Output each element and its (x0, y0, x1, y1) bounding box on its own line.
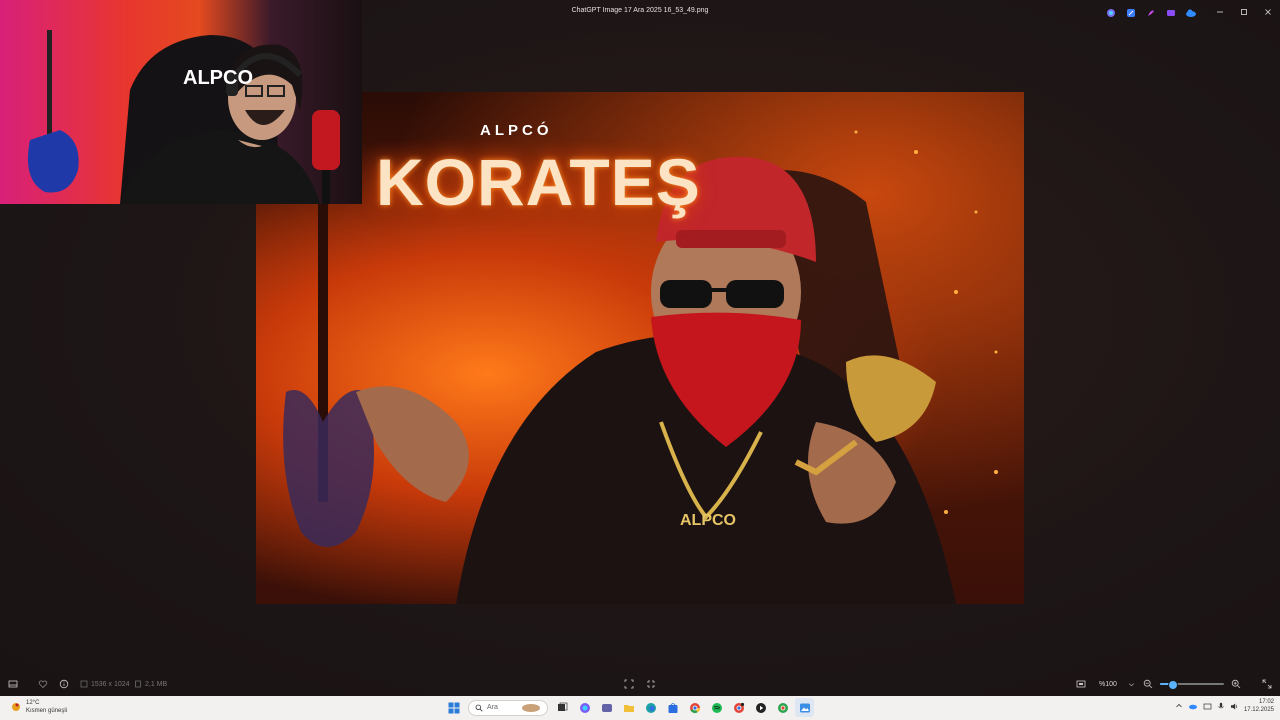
guitar-illustration (283, 202, 374, 547)
chevron-down-icon (1128, 682, 1134, 686)
webcam-overlay: ALPCO (0, 0, 362, 204)
microphone-icon (1218, 702, 1224, 708)
clock[interactable]: 17:02 17.12.2025 (1244, 698, 1274, 714)
weather-icon (12, 703, 20, 711)
window-controls (1208, 0, 1280, 24)
spotify-app[interactable] (707, 698, 726, 717)
zoom-slider-thumb[interactable] (1167, 680, 1178, 690)
filmstrip-button[interactable] (8, 677, 18, 691)
windows-logo-icon (448, 702, 459, 713)
clock-date: 17.12.2025 (1243, 707, 1274, 713)
zoom-in-icon (1231, 679, 1241, 689)
copilot-icon (579, 702, 590, 713)
system-tray: 17:02 17.12.2025 (1175, 698, 1274, 714)
webcam-chair-text: ALPCO (183, 67, 253, 89)
network-icon (1203, 703, 1212, 709)
fit-to-window-button[interactable] (624, 677, 634, 691)
close-button[interactable] (1256, 0, 1280, 24)
actual-size-icon (647, 680, 655, 688)
maximize-button[interactable] (1232, 0, 1256, 24)
viewer-toolbar: 1536 x 1024 2,1 MB %100 (0, 672, 1280, 696)
heart-icon (38, 680, 48, 689)
speaker-icon (1230, 703, 1238, 709)
actual-size-button[interactable] (646, 677, 656, 691)
zoom-out-button[interactable] (1143, 677, 1153, 691)
teams-app[interactable] (597, 698, 616, 717)
file-size: 2,1 MB (134, 677, 167, 691)
image-brand-text: ALPCÓ (480, 122, 553, 139)
image-dimensions: 1536 x 1024 (80, 677, 130, 691)
info-icon (59, 679, 69, 689)
file-size-text: 2,1 MB (145, 680, 168, 688)
fullscreen-icon (1262, 679, 1272, 689)
chrome-profile-icon (733, 702, 744, 713)
task-view-icon (558, 702, 568, 711)
view-mode-button[interactable] (1076, 677, 1086, 691)
store-app[interactable] (663, 698, 682, 717)
fit-icon (624, 679, 634, 689)
chevron-up-icon (1176, 703, 1182, 708)
displayed-image: ALPCÓ KORATEŞ ALPCO (256, 92, 1024, 604)
copilot-app[interactable] (575, 698, 594, 717)
zoom-in-button[interactable] (1231, 677, 1241, 691)
photo-viewer-window: ChatGPT Image 17 Ara 2025 16_53_49.png A… (0, 0, 1280, 696)
chrome-app[interactable] (685, 698, 704, 717)
zoom-level-text: %100 (1099, 680, 1117, 688)
edge-icon (645, 702, 656, 713)
webcam-guitar (27, 30, 79, 193)
chain-pendant-text: ALPCO (680, 512, 736, 529)
window-icon (1076, 680, 1086, 688)
zoom-slider[interactable] (1160, 680, 1224, 690)
info-button[interactable] (59, 677, 69, 691)
file-size-icon (135, 680, 141, 688)
start-button[interactable] (444, 698, 463, 717)
cloud-icon (1188, 704, 1197, 710)
paint-icon[interactable] (1144, 6, 1158, 20)
file-explorer-app[interactable] (619, 698, 638, 717)
zoom-out-icon (1143, 679, 1153, 689)
search-icon (475, 704, 483, 712)
photos-icon (799, 703, 810, 712)
edge-app[interactable] (641, 698, 660, 717)
taskbar-apps: Ara (444, 698, 814, 717)
chrome-icon (689, 702, 700, 713)
chrome-profile-app[interactable] (729, 698, 748, 717)
weather-temp: 12°C (26, 700, 40, 706)
teams-icon (601, 703, 612, 712)
filmstrip-icon (8, 680, 18, 688)
spotify-icon (711, 702, 722, 713)
search-highlight-icon (522, 703, 540, 712)
zoom-level-dropdown[interactable]: %100 (1099, 677, 1135, 691)
clock-time: 17:02 (1258, 699, 1274, 705)
title-app-icons (1104, 6, 1198, 20)
image-size-icon (80, 680, 88, 688)
favorite-button[interactable] (38, 677, 48, 691)
weather-desc: Kısmen güneşli (26, 708, 68, 714)
edit-icon[interactable] (1124, 6, 1138, 20)
minimize-button[interactable] (1208, 0, 1232, 24)
search-placeholder: Ara (487, 704, 498, 711)
weather-widget[interactable]: 12°C Kısmen güneşli (10, 699, 67, 715)
taskbar: 12°C Kısmen güneşli Ara 17:02 17.12.2025 (0, 696, 1280, 720)
onedrive-icon[interactable] (1184, 6, 1198, 20)
image-headline: KORATEŞ (376, 145, 701, 219)
dimensions-text: 1536 x 1024 (91, 680, 130, 688)
folder-icon (623, 704, 634, 712)
play-icon (755, 702, 766, 713)
chrome-secondary-app[interactable] (773, 698, 792, 717)
copilot-icon[interactable] (1104, 6, 1118, 20)
store-icon (668, 702, 677, 713)
photos-app[interactable] (795, 698, 814, 717)
media-player-app[interactable] (751, 698, 770, 717)
chrome-icon (777, 702, 788, 713)
taskbar-search[interactable]: Ara (468, 699, 548, 716)
task-view-button[interactable] (553, 698, 572, 717)
clipchamp-icon[interactable] (1164, 6, 1178, 20)
fullscreen-button[interactable] (1262, 677, 1272, 691)
